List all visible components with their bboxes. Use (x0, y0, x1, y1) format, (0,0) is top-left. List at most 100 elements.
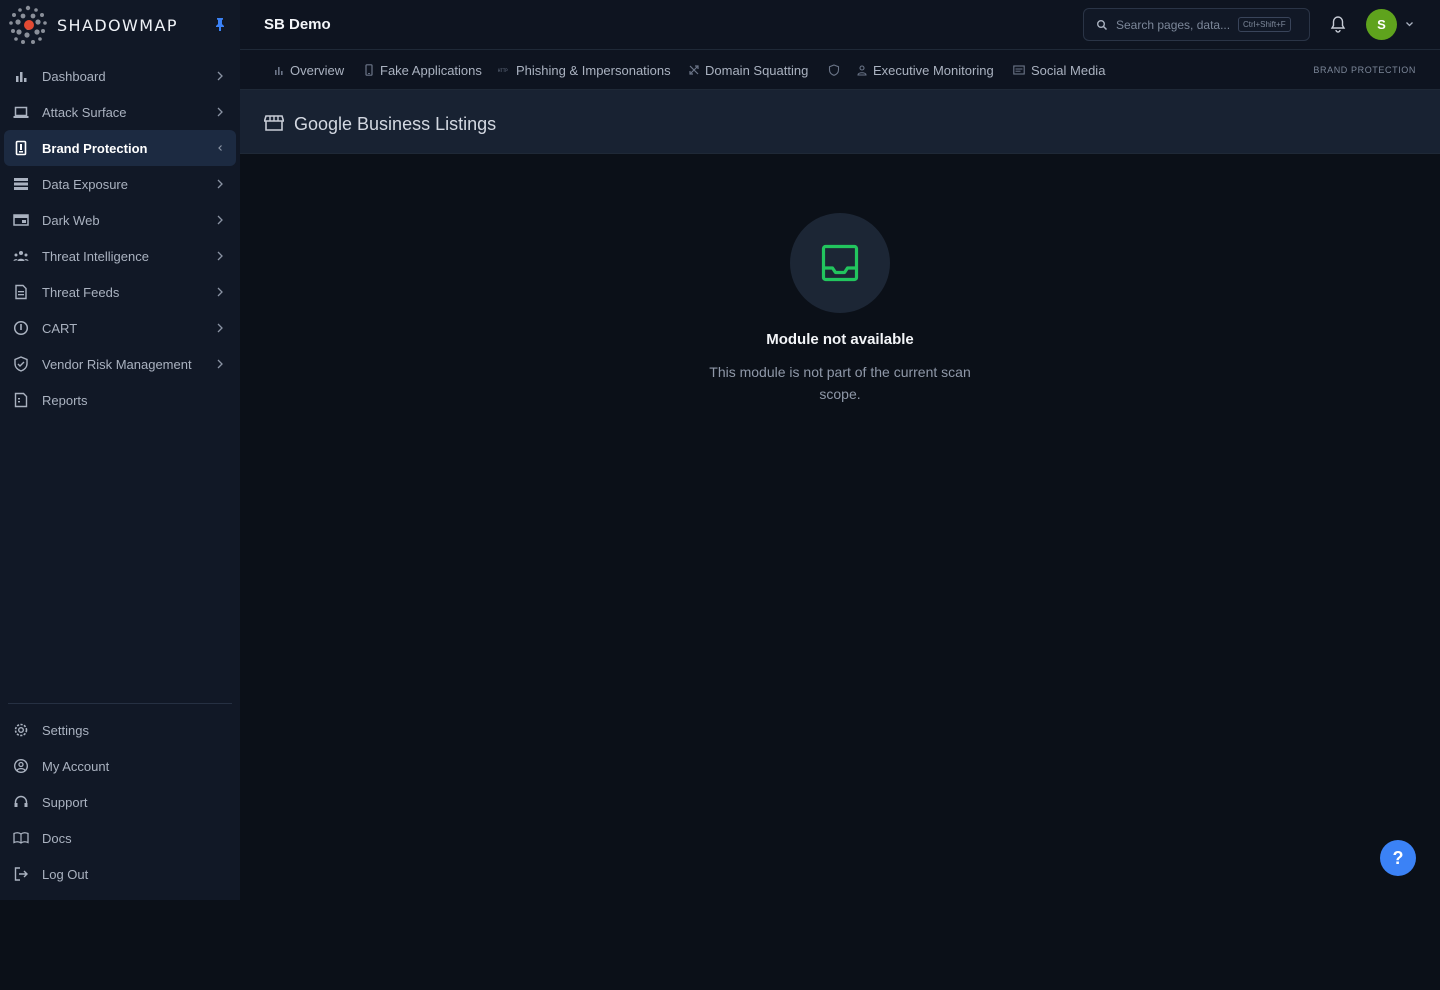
book-icon (12, 829, 30, 847)
sidebar-item-label: Settings (42, 722, 89, 738)
tab-label: Social Media (1031, 62, 1106, 78)
sidebar-item-label: Data Exposure (42, 176, 128, 192)
sidebar-item-brand-protection[interactable]: Brand Protection (4, 130, 236, 166)
sidebar-item-cart[interactable]: CART (4, 310, 236, 346)
storefront-icon (264, 115, 284, 131)
tab-social-media[interactable]: Social Media (1012, 50, 1105, 90)
chevron-right-icon (217, 107, 223, 117)
chevron-right-icon (217, 215, 223, 225)
page-header: Google Business Listings (240, 90, 1440, 154)
sidebar-item-vendor-risk-management[interactable]: Vendor Risk Management (4, 346, 236, 382)
gear-icon (12, 721, 30, 739)
alert-circle-icon (12, 319, 30, 337)
search-box[interactable]: Ctrl+Shift+F (1083, 8, 1310, 41)
chevron-right-icon (217, 323, 223, 333)
http-icon: HTTP (498, 68, 508, 73)
empty-state-description: This module is not part of the current s… (709, 364, 971, 402)
brand-logo-link[interactable]: SHADOWMAP (6, 4, 236, 46)
sidebar-item-label: Docs (42, 830, 72, 846)
sidebar-item-dashboard[interactable]: Dashboard (4, 58, 236, 94)
sidebar-item-label: CART (42, 320, 78, 336)
crossed-arrows-icon (689, 65, 699, 75)
tab-label: Phishing & Impersonations (516, 62, 671, 78)
document-icon (12, 283, 30, 301)
laptop-icon (12, 103, 30, 121)
sidebar-item-threat-intelligence[interactable]: Threat Intelligence (4, 238, 236, 274)
tab-overview[interactable]: Overview (273, 50, 344, 90)
page-title: Google Business Listings (294, 114, 497, 134)
chevron-left-icon (218, 145, 222, 151)
person-icon (857, 65, 867, 76)
tab-phishing-impersonations[interactable]: HTTP Phishing & Impersonations (497, 50, 671, 90)
shield-check-icon (12, 355, 30, 373)
brand-name: SHADOWMAP (57, 15, 178, 35)
sidebar-item-label: Threat Feeds (42, 284, 120, 300)
bell-icon[interactable] (1329, 15, 1347, 33)
sidebar-item-dark-web[interactable]: Dark Web (4, 202, 236, 238)
avatar[interactable]: S (1366, 9, 1397, 40)
mobile-icon (365, 64, 373, 76)
sidebar-item-attack-surface[interactable]: Attack Surface (4, 94, 236, 130)
search-icon (1097, 19, 1108, 30)
report-icon (12, 391, 30, 409)
top-bar: SB Demo Ctrl+Shift+F S (240, 0, 1440, 50)
message-box-icon (1013, 65, 1025, 75)
users-icon (12, 247, 30, 265)
search-shortcut-hint: Ctrl+Shift+F (1238, 17, 1291, 32)
tab-label: Overview (290, 62, 345, 78)
sidebar-item-support[interactable]: Support (4, 784, 236, 820)
browser-window-icon (12, 211, 30, 229)
tab-label: Executive Monitoring (873, 62, 994, 78)
org-title: SB Demo (264, 16, 331, 33)
server-icon (12, 175, 30, 193)
sidebar-item-settings[interactable]: Settings (4, 712, 236, 748)
chevron-right-icon (217, 179, 223, 189)
chevron-right-icon (217, 251, 223, 261)
tab-executive-monitoring[interactable]: Executive Monitoring (856, 50, 994, 90)
tab-domain-squatting[interactable]: Domain Squatting (688, 50, 808, 90)
tab-fake-applications[interactable]: Fake Applications (363, 50, 482, 90)
bar-chart-icon (12, 67, 30, 85)
headset-icon (12, 793, 30, 811)
svg-text:HTTP: HTTP (498, 68, 508, 73)
sidebar-item-label: Vendor Risk Management (42, 356, 192, 372)
sidebar-item-threat-feeds[interactable]: Threat Feeds (4, 274, 236, 310)
help-button[interactable]: ? (1380, 840, 1416, 876)
chevron-down-icon[interactable] (1405, 20, 1414, 28)
sidebar-nav: Dashboard Attack Surface Brand Protectio… (4, 58, 236, 418)
sidebar-item-label: Brand Protection (42, 140, 148, 156)
chevron-right-icon (217, 71, 223, 81)
chevron-right-icon (217, 359, 223, 369)
sidebar-item-log-out[interactable]: Log Out (4, 856, 236, 892)
sidebar: SHADOWMAP Dashboard Attack Surface Brand… (0, 0, 240, 900)
section-label: BRAND PROTECTION (1313, 65, 1416, 75)
sidebar-item-reports[interactable]: Reports (4, 382, 236, 418)
sidebar-divider (8, 703, 232, 704)
sidebar-bottom-nav: Settings My Account Support Docs Log Out (4, 712, 236, 892)
sidebar-item-label: Log Out (42, 866, 89, 882)
shadowmap-logo (6, 4, 50, 46)
empty-state-icon-wrapper (790, 213, 890, 313)
tab-shield[interactable] (828, 50, 845, 90)
sidebar-item-label: Reports (42, 392, 88, 408)
sidebar-item-label: Dashboard (42, 68, 106, 84)
sidebar-item-label: My Account (42, 758, 110, 774)
sidebar-item-label: Attack Surface (42, 104, 127, 120)
user-circle-icon (12, 757, 30, 775)
sidebar-item-data-exposure[interactable]: Data Exposure (4, 166, 236, 202)
sidebar-item-label: Threat Intelligence (42, 248, 149, 264)
tab-label: Fake Applications (380, 62, 482, 78)
shield-icon (828, 64, 840, 76)
search-input[interactable] (1116, 17, 1232, 32)
bar-chart-icon (275, 67, 283, 75)
pin-icon[interactable] (214, 17, 226, 31)
sidebar-item-my-account[interactable]: My Account (4, 748, 236, 784)
sidebar-item-docs[interactable]: Docs (4, 820, 236, 856)
inbox-icon (821, 244, 859, 282)
sidebar-item-label: Support (42, 794, 88, 810)
sidebar-item-label: Dark Web (42, 212, 100, 228)
brand-protection-tabs: Overview Fake Applications HTTP Phishing… (240, 50, 1440, 90)
logout-icon (12, 865, 30, 883)
tab-label: Domain Squatting (705, 62, 809, 78)
empty-state-title: Module not available (766, 331, 914, 348)
